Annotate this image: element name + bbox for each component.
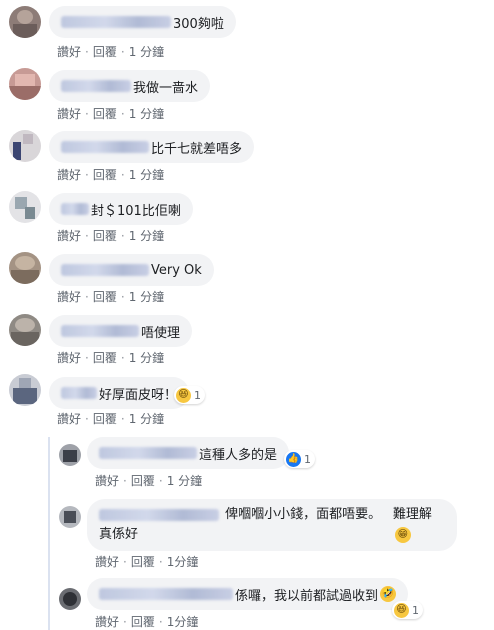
comment-bubble: 好厚面皮呀！ bbox=[49, 377, 190, 409]
comment-text: Very Ok bbox=[151, 262, 202, 278]
timestamp[interactable]: 1分鐘 bbox=[167, 555, 199, 569]
comment-text: 比千七就差唔多 bbox=[151, 141, 243, 157]
commenter-name[interactable] bbox=[61, 264, 149, 276]
comment-bubble: 這種人多的是 bbox=[87, 437, 290, 469]
comment-text: 唔使理 bbox=[141, 325, 181, 341]
avatar[interactable] bbox=[59, 588, 81, 610]
comment-actions: 讚好 · 回覆 · 1 分鐘 bbox=[57, 289, 165, 305]
timestamp[interactable]: 1 分鐘 bbox=[129, 412, 164, 426]
comment-actions: 讚好 · 回覆 · 1 分鐘 bbox=[57, 350, 165, 366]
reply-link[interactable]: 回覆 bbox=[93, 229, 117, 243]
reply-thread-line bbox=[48, 437, 50, 630]
timestamp[interactable]: 1 分鐘 bbox=[129, 351, 164, 365]
reaction-summary[interactable]: 😆 1 bbox=[174, 386, 205, 404]
comment-bubble: 俾嗰嗰小小錢，面都唔要。真係好 難理解😁 bbox=[87, 499, 457, 551]
timestamp[interactable]: 1 分鐘 bbox=[129, 229, 164, 243]
timestamp[interactable]: 1 分鐘 bbox=[129, 290, 164, 304]
comment-actions: 讚好 · 回覆 · 1 分鐘 bbox=[95, 473, 203, 489]
reply-link[interactable]: 回覆 bbox=[93, 412, 117, 426]
comment-text-line2: 難理解 bbox=[392, 507, 432, 522]
comment-text: 係囉，我以前都試過收到 bbox=[235, 588, 379, 604]
reaction-summary[interactable]: 👍 1 bbox=[284, 450, 315, 468]
like-link[interactable]: 讚好 bbox=[95, 474, 119, 488]
like-link[interactable]: 讚好 bbox=[57, 45, 81, 59]
comment-actions: 讚好 · 回覆 · 1 分鐘 bbox=[57, 44, 165, 60]
like-link[interactable]: 讚好 bbox=[57, 351, 81, 365]
like-link[interactable]: 讚好 bbox=[95, 555, 119, 569]
commenter-name[interactable] bbox=[99, 447, 197, 459]
reply-link[interactable]: 回覆 bbox=[93, 351, 117, 365]
comment-bubble: 係囉，我以前都試過收到 🤣 bbox=[87, 578, 409, 610]
avatar[interactable] bbox=[59, 444, 81, 466]
avatar[interactable] bbox=[9, 374, 41, 406]
like-link[interactable]: 讚好 bbox=[57, 168, 81, 182]
reaction-summary[interactable]: 😆 1 bbox=[392, 601, 423, 619]
comment-actions: 讚好 · 回覆 · 1 分鐘 bbox=[57, 228, 165, 244]
comment-bubble: Very Ok bbox=[49, 254, 214, 286]
avatar[interactable] bbox=[9, 68, 41, 100]
avatar[interactable] bbox=[9, 252, 41, 284]
reply-link[interactable]: 回覆 bbox=[93, 45, 117, 59]
reply-link[interactable]: 回覆 bbox=[93, 107, 117, 121]
comment-bubble: 我做一啬水 bbox=[49, 70, 211, 102]
reply-link[interactable]: 回覆 bbox=[131, 555, 155, 569]
comment-text: 我做一啬水 bbox=[133, 80, 199, 96]
avatar[interactable] bbox=[9, 191, 41, 223]
timestamp[interactable]: 1分鐘 bbox=[167, 615, 199, 629]
avatar[interactable] bbox=[59, 506, 81, 528]
commenter-name[interactable] bbox=[61, 387, 97, 399]
avatar[interactable] bbox=[9, 130, 41, 162]
comment-text: 封＄101比佢喇 bbox=[91, 203, 181, 219]
like-link[interactable]: 讚好 bbox=[57, 290, 81, 304]
comment-bubble: 300夠啦 bbox=[49, 6, 236, 38]
reply-link[interactable]: 回覆 bbox=[131, 615, 155, 629]
commenter-name[interactable] bbox=[61, 80, 131, 92]
like-icon: 👍 bbox=[286, 451, 301, 467]
comment-actions: 讚好 · 回覆 · 1 分鐘 bbox=[57, 411, 165, 427]
timestamp[interactable]: 1 分鐘 bbox=[129, 45, 164, 59]
comment-actions: 讚好 · 回覆 · 1分鐘 bbox=[95, 614, 199, 630]
comment-text: 這種人多的是 bbox=[199, 447, 278, 463]
comment-bubble: 比千七就差唔多 bbox=[49, 131, 255, 163]
timestamp[interactable]: 1 分鐘 bbox=[129, 107, 164, 121]
timestamp[interactable]: 1 分鐘 bbox=[167, 474, 202, 488]
rofl-icon: 🤣 bbox=[380, 586, 397, 602]
commenter-name[interactable] bbox=[99, 508, 219, 521]
commenter-name[interactable] bbox=[61, 141, 149, 153]
like-link[interactable]: 讚好 bbox=[57, 107, 81, 121]
reply-link[interactable]: 回覆 bbox=[93, 290, 117, 304]
comment-text: 300夠啦 bbox=[173, 16, 224, 32]
reply-link[interactable]: 回覆 bbox=[131, 474, 155, 488]
haha-icon: 😆 bbox=[176, 387, 191, 403]
timestamp[interactable]: 1 分鐘 bbox=[129, 168, 164, 182]
comment-actions: 讚好 · 回覆 · 1 分鐘 bbox=[57, 167, 165, 183]
reaction-count: 1 bbox=[194, 388, 201, 402]
comment-bubble: 唔使理 bbox=[49, 315, 193, 347]
avatar[interactable] bbox=[9, 314, 41, 346]
comment-text: 好厚面皮呀！ bbox=[99, 387, 178, 403]
avatar[interactable] bbox=[9, 6, 41, 38]
reply-link[interactable]: 回覆 bbox=[93, 168, 117, 182]
like-link[interactable]: 讚好 bbox=[95, 615, 119, 629]
comment-actions: 讚好 · 回覆 · 1分鐘 bbox=[95, 554, 199, 570]
like-link[interactable]: 讚好 bbox=[57, 229, 81, 243]
commenter-name[interactable] bbox=[61, 16, 171, 28]
reaction-count: 1 bbox=[304, 452, 311, 466]
commenter-name[interactable] bbox=[99, 588, 233, 600]
grinning-icon: 😁 bbox=[394, 526, 411, 543]
haha-icon: 😆 bbox=[394, 602, 409, 618]
reaction-count: 1 bbox=[412, 603, 419, 617]
commenter-name[interactable] bbox=[61, 325, 139, 337]
comment-actions: 讚好 · 回覆 · 1 分鐘 bbox=[57, 106, 165, 122]
commenter-name[interactable] bbox=[61, 203, 89, 215]
like-link[interactable]: 讚好 bbox=[57, 412, 81, 426]
comment-bubble: 封＄101比佢喇 bbox=[49, 193, 193, 225]
